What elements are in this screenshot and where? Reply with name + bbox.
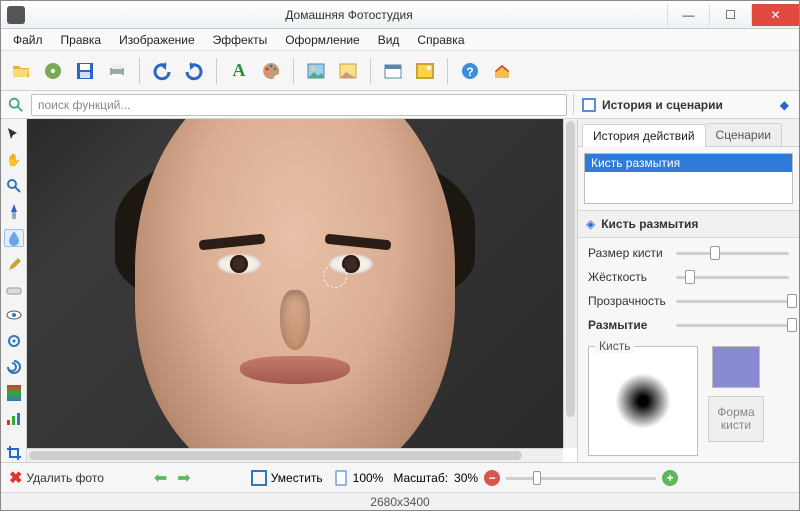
search-input[interactable]: поиск функций... [31, 94, 567, 116]
collapse-icon[interactable]: ◆ [780, 98, 789, 112]
search-icon [7, 96, 25, 114]
delete-icon: ✖ [9, 468, 22, 488]
brush-preview: Кисть [588, 346, 698, 456]
calendar-button[interactable] [379, 57, 407, 85]
text-button[interactable]: A [225, 57, 253, 85]
menu-effects[interactable]: Эффекты [205, 31, 276, 49]
right-panel-header: История и сценарии ◆ [573, 94, 793, 115]
menubar: Файл Правка Изображение Эффекты Оформлен… [1, 29, 799, 51]
tool-clone[interactable] [4, 332, 24, 350]
tool-eraser[interactable] [4, 281, 24, 299]
right-panel: История действий Сценарии Кисть размытия… [577, 119, 799, 462]
tool-dodge[interactable] [4, 307, 24, 325]
open-button[interactable] [7, 57, 35, 85]
fit-button[interactable]: Уместить [251, 470, 323, 486]
tool-zoom[interactable] [4, 177, 24, 195]
chevron-down-icon: ◈ [586, 217, 595, 231]
photo-image [27, 119, 563, 448]
minimize-button[interactable]: — [667, 4, 709, 26]
panel-icon [582, 98, 596, 112]
photo1-button[interactable] [302, 57, 330, 85]
home-button[interactable] [488, 57, 516, 85]
menu-help[interactable]: Справка [409, 31, 472, 49]
tool-pencil[interactable] [4, 255, 24, 273]
menu-decor[interactable]: Оформление [277, 31, 367, 49]
section-title: Кисть размытия [601, 217, 698, 231]
zoom-out-button[interactable]: − [484, 470, 500, 486]
menu-image[interactable]: Изображение [111, 31, 203, 49]
history-list[interactable]: Кисть размытия [584, 153, 793, 204]
opac-slider[interactable] [676, 294, 789, 308]
image-dims: 2680x3400 [370, 495, 429, 509]
vertical-scrollbar[interactable] [563, 119, 577, 448]
maximize-button[interactable]: ☐ [709, 4, 751, 26]
tool-levels[interactable] [4, 410, 24, 428]
right-tabs: История действий Сценарии [578, 119, 799, 147]
blur-slider[interactable] [676, 318, 789, 332]
tool-gradient[interactable] [4, 384, 24, 402]
help-button[interactable]: ? [456, 57, 484, 85]
tool-brush[interactable] [4, 203, 24, 221]
horizontal-scrollbar[interactable] [27, 448, 563, 462]
prev-photo-button[interactable]: ⬅ [154, 468, 167, 488]
app-icon [7, 6, 25, 24]
photo2-button[interactable] [334, 57, 362, 85]
zoom-slider[interactable] [506, 473, 656, 483]
color-swatch[interactable] [712, 346, 760, 388]
fit-label: Уместить [271, 471, 323, 485]
tool-swirl[interactable] [4, 358, 24, 376]
svg-text:?: ? [466, 65, 473, 79]
bottom-bar: ✖ Удалить фото ⬅ ➡ Уместить 100% Масштаб:… [1, 462, 799, 492]
main-toolbar: A ? [1, 51, 799, 91]
tool-strip: ✋ [1, 119, 27, 462]
close-button[interactable]: ✕ [751, 4, 799, 26]
tool-blur[interactable] [4, 229, 24, 247]
blur-label: Размытие [588, 318, 670, 332]
tab-history[interactable]: История действий [582, 124, 706, 147]
zoom100-button[interactable]: 100% [333, 470, 384, 486]
palette-button[interactable] [257, 57, 285, 85]
titlebar: Домашняя Фотостудия — ☐ ✕ [1, 1, 799, 29]
undo-button[interactable] [148, 57, 176, 85]
menu-file[interactable]: Файл [5, 31, 51, 49]
size-slider[interactable] [676, 246, 789, 260]
menu-edit[interactable]: Правка [53, 31, 110, 49]
opac-label: Прозрачность [588, 294, 670, 308]
menu-view[interactable]: Вид [370, 31, 408, 49]
right-panel-title: История и сценарии [602, 98, 723, 112]
next-photo-button[interactable]: ➡ [177, 468, 190, 488]
search-placeholder: поиск функций... [38, 98, 130, 112]
hard-label: Жёсткость [588, 270, 670, 284]
tool-crop[interactable] [4, 444, 24, 462]
print-button[interactable] [103, 57, 131, 85]
redo-button[interactable] [180, 57, 208, 85]
film-button[interactable] [39, 57, 67, 85]
size-label: Размер кисти [588, 246, 670, 260]
tool-move[interactable] [4, 125, 24, 143]
doc-icon [333, 470, 349, 486]
search-row: поиск функций... История и сценарии ◆ [1, 91, 799, 119]
fit-icon [251, 470, 267, 486]
tool-hand[interactable]: ✋ [4, 151, 24, 169]
delete-label: Удалить фото [26, 471, 103, 485]
tab-scenarios[interactable]: Сценарии [705, 123, 782, 146]
zoom-label: Масштаб: [393, 471, 448, 485]
brush-cursor [323, 264, 347, 288]
canvas[interactable] [27, 119, 577, 462]
section-header[interactable]: ◈ Кисть размытия [578, 210, 799, 238]
window-title: Домашняя Фотостудия [31, 8, 667, 22]
hard-slider[interactable] [676, 270, 789, 284]
zoom-value: 30% [454, 471, 478, 485]
zoom100-label: 100% [353, 471, 384, 485]
frame-button[interactable] [411, 57, 439, 85]
delete-photo-button[interactable]: ✖ Удалить фото [9, 468, 104, 488]
brush-shape-button[interactable]: Форма кисти [708, 396, 764, 442]
status-bar: 2680x3400 [1, 492, 799, 510]
save-button[interactable] [71, 57, 99, 85]
history-item[interactable]: Кисть размытия [585, 154, 792, 172]
zoom-in-button[interactable]: + [662, 470, 678, 486]
brush-legend: Кисть [595, 339, 634, 353]
